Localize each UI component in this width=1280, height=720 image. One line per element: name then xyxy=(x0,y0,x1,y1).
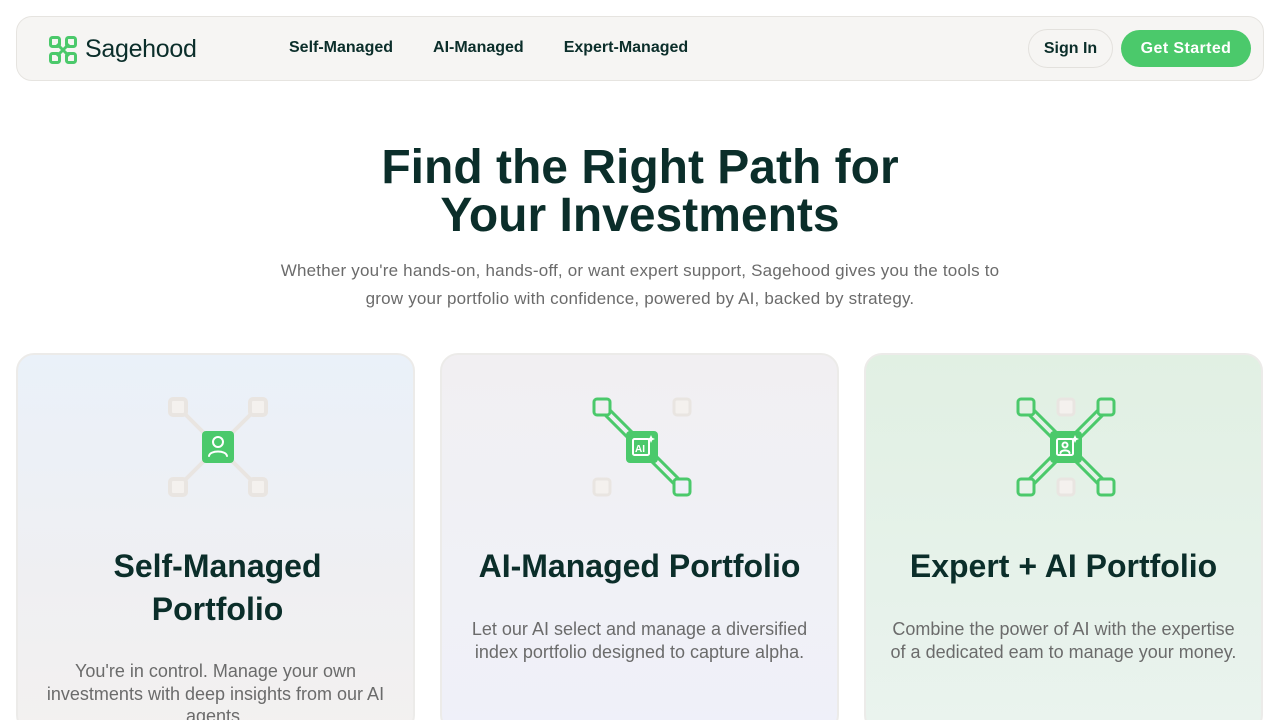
card-title: Self-Managed Portfolio xyxy=(113,548,322,627)
card-self-managed[interactable]: Self-Managed Portfolio You're in control… xyxy=(16,353,415,720)
hero-title-line-1: Find the Right Path for xyxy=(381,141,899,194)
hero-title-line-2: Your Investments xyxy=(440,189,840,242)
nav-link-expert-managed[interactable]: Expert-Managed xyxy=(564,39,688,57)
card-description: Let our AI select and manage a diversifi… xyxy=(471,619,808,662)
card-description: Combine the power of AI with the experti… xyxy=(890,619,1237,662)
top-navbar: Sagehood Self-Managed AI-Managed Expert-… xyxy=(16,16,1264,81)
hero-subtitle: Whether you're hands-on, hands-off, or w… xyxy=(280,261,1000,308)
main-nav: Self-Managed AI-Managed Expert-Managed xyxy=(289,39,688,57)
sagehood-logo-icon xyxy=(49,35,77,64)
nav-link-ai-managed[interactable]: AI-Managed xyxy=(433,39,524,57)
person-icon xyxy=(168,397,268,497)
ai-chip-icon: AI xyxy=(592,397,692,497)
card-expert-ai[interactable]: Expert + AI Portfolio Combine the power … xyxy=(864,353,1263,720)
card-title: Expert + AI Portfolio xyxy=(909,548,1218,584)
card-title: AI-Managed Portfolio xyxy=(478,548,801,584)
nav-link-self-managed[interactable]: Self-Managed xyxy=(289,39,393,57)
sagehood-logo[interactable]: Sagehood xyxy=(49,35,197,64)
brand-name: Sagehood xyxy=(85,35,197,63)
sign-in-button[interactable]: Sign In xyxy=(1028,29,1113,68)
expert-ai-icon xyxy=(1016,397,1116,497)
hero-title: Find the Right Path for Your Investments xyxy=(0,144,1280,240)
card-description: You're in control. Manage your own inves… xyxy=(46,661,385,720)
svg-text:AI: AI xyxy=(635,444,645,455)
get-started-button[interactable]: Get Started xyxy=(1121,30,1251,67)
card-ai-managed[interactable]: AI AI-Managed Portfolio Let our AI selec… xyxy=(440,353,839,720)
